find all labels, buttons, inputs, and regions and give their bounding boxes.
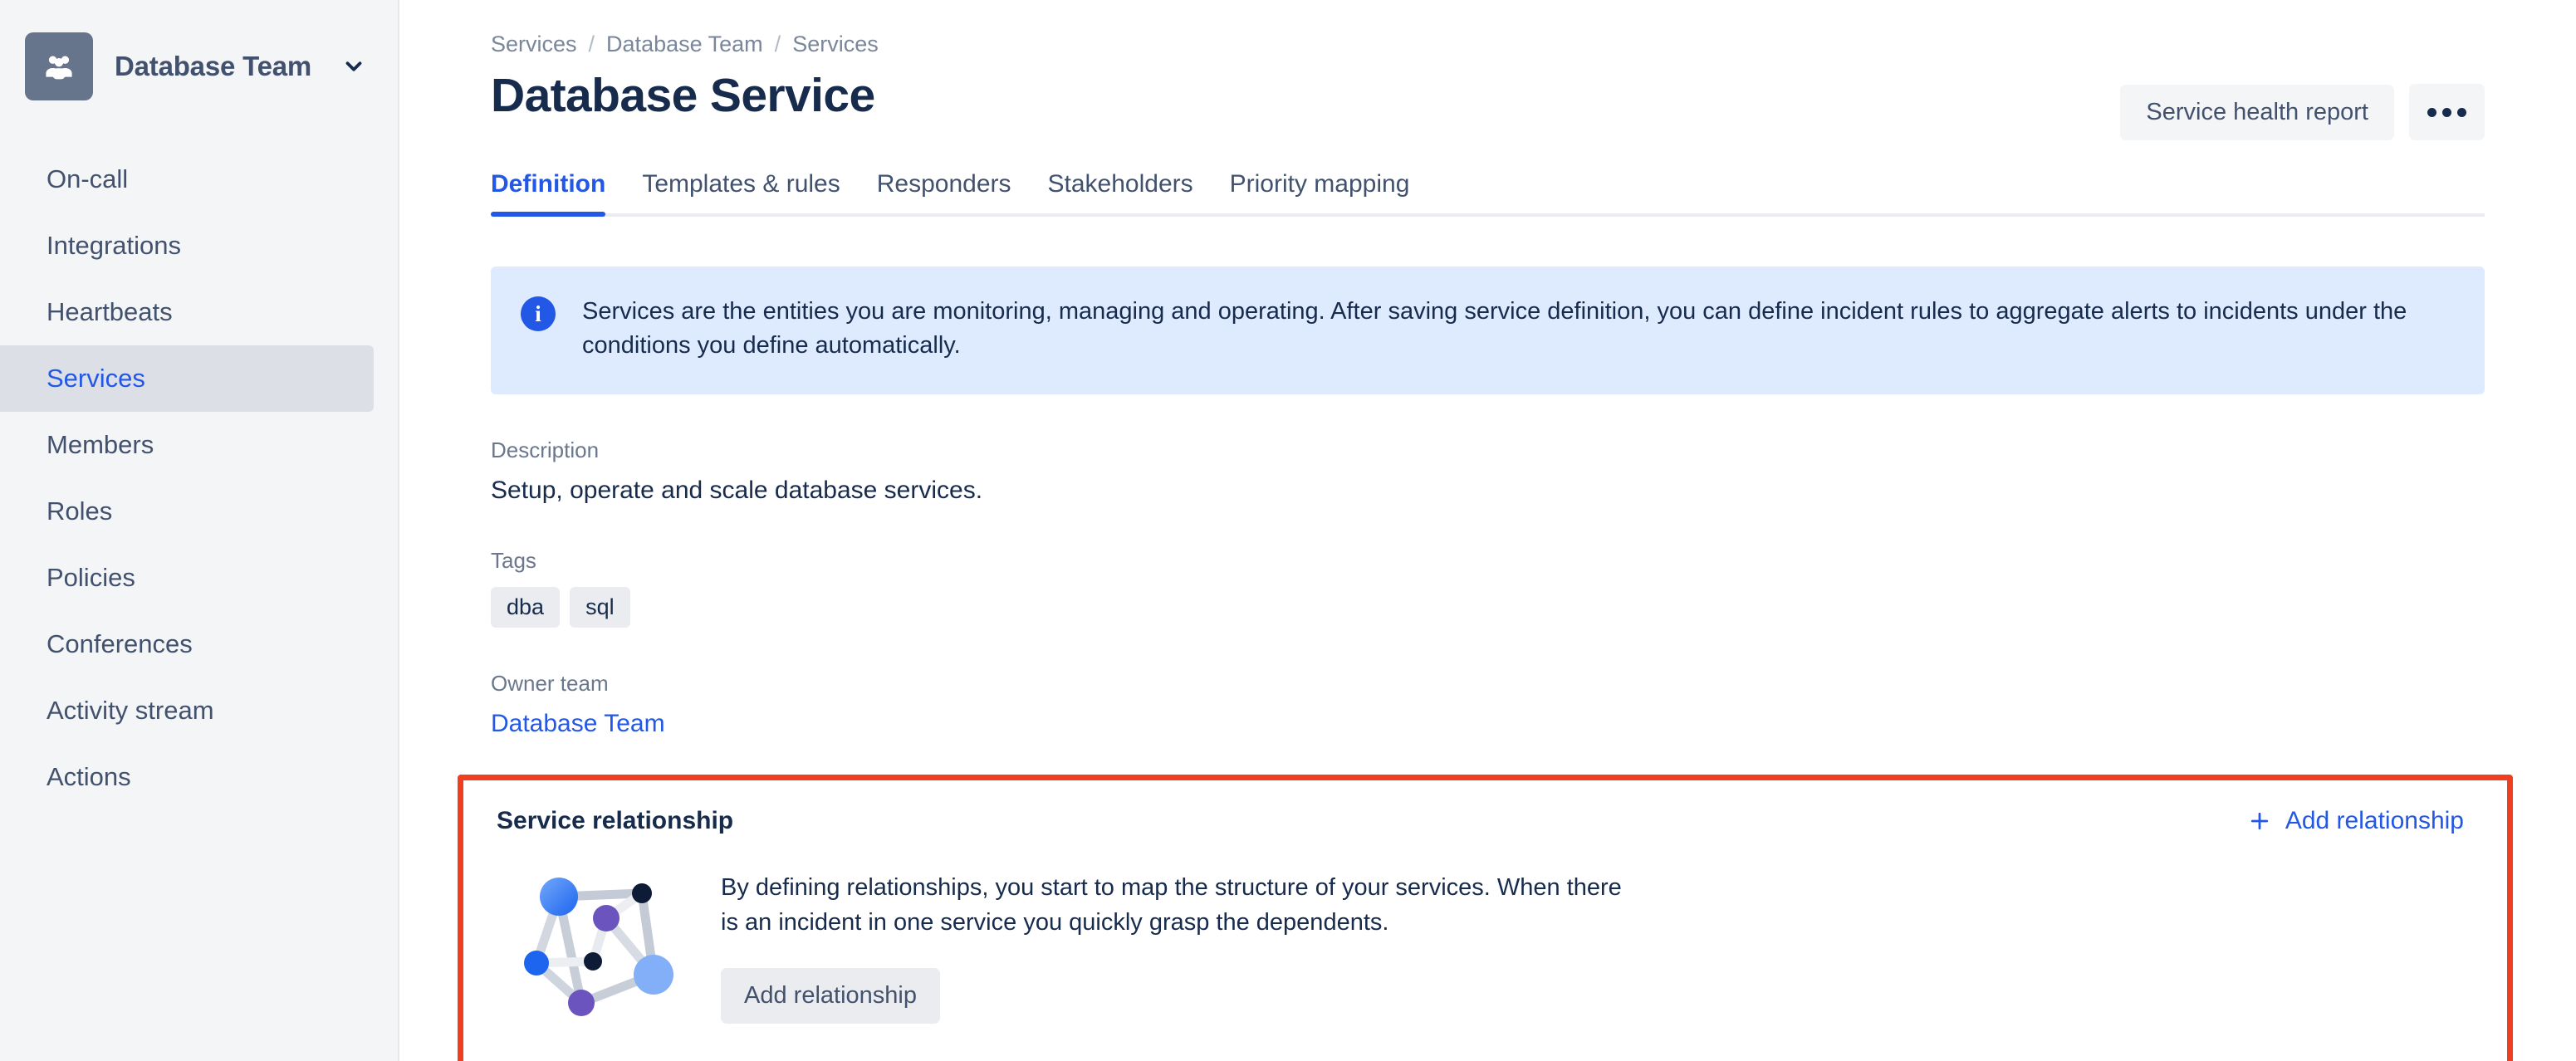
- tab-priority-mapping[interactable]: Priority mapping: [1230, 170, 1410, 213]
- tag-chip: sql: [570, 587, 630, 628]
- info-banner: i Services are the entities you are moni…: [491, 266, 2485, 394]
- service-relationship-copy: By defining relationships, you start to …: [721, 860, 1634, 1024]
- more-actions-button[interactable]: [2409, 84, 2485, 140]
- tab-bar: Definition Templates & rules Responders …: [491, 170, 2485, 217]
- owner-team-field: Owner team Database Team: [491, 671, 2485, 738]
- owner-team-link[interactable]: Database Team: [491, 710, 2485, 738]
- plus-icon: [2247, 809, 2272, 834]
- graph-node: [632, 883, 652, 903]
- content-container: Services / Database Team / Services Data…: [399, 0, 2576, 1061]
- sidebar-item-label: Heartbeats: [47, 297, 173, 327]
- ellipsis-icon: [2457, 108, 2466, 117]
- service-relationship-title: Service relationship: [497, 807, 733, 835]
- add-relationship-link-label: Add relationship: [2285, 807, 2464, 835]
- graph-node: [524, 951, 549, 975]
- tags-field: Tags dba sql: [491, 548, 2485, 628]
- sidebar-item-label: Actions: [47, 762, 131, 792]
- page-title: Database Service: [491, 69, 875, 124]
- service-relationship-section: Service relationship Add relationship: [458, 775, 2513, 1061]
- main-content: Services / Database Team / Services Data…: [399, 0, 2576, 1061]
- breadcrumb-separator: /: [775, 32, 781, 57]
- sidebar-item-heartbeats[interactable]: Heartbeats: [0, 279, 374, 345]
- service-relationship-description: By defining relationships, you start to …: [721, 870, 1634, 940]
- tag-chip: dba: [491, 587, 560, 628]
- breadcrumb-item-services-root[interactable]: Services: [491, 32, 577, 57]
- add-relationship-link[interactable]: Add relationship: [2247, 807, 2474, 835]
- sidebar-item-label: Activity stream: [47, 696, 214, 726]
- graph-node: [634, 955, 673, 995]
- tab-responders[interactable]: Responders: [877, 170, 1011, 213]
- service-health-report-button[interactable]: Service health report: [2120, 85, 2394, 140]
- ellipsis-icon: [2442, 108, 2451, 117]
- breadcrumb: Services / Database Team / Services: [491, 32, 2485, 57]
- sidebar-item-policies[interactable]: Policies: [0, 545, 374, 611]
- sidebar-nav: On-call Integrations Heartbeats Services…: [0, 146, 398, 810]
- tab-templates-rules[interactable]: Templates & rules: [642, 170, 840, 213]
- breadcrumb-separator: /: [589, 32, 595, 57]
- breadcrumb-item-services[interactable]: Services: [792, 32, 879, 57]
- ellipsis-icon: [2427, 108, 2436, 117]
- team-switcher[interactable]: Database Team: [0, 0, 398, 100]
- sidebar-item-services[interactable]: Services: [0, 345, 374, 412]
- sidebar-item-activity-stream[interactable]: Activity stream: [0, 677, 374, 744]
- service-relationship-header: Service relationship Add relationship: [497, 807, 2474, 835]
- sidebar-item-label: Conferences: [47, 629, 193, 659]
- sidebar-item-label: Members: [47, 430, 154, 460]
- page-header-actions: Service health report: [2120, 84, 2485, 140]
- description-field: Description Setup, operate and scale dat…: [491, 438, 2485, 505]
- chevron-down-icon[interactable]: [341, 54, 366, 79]
- graph-node: [568, 990, 595, 1016]
- description-label: Description: [491, 438, 2485, 463]
- sidebar-item-label: Policies: [47, 563, 135, 593]
- tags-label: Tags: [491, 548, 2485, 574]
- owner-team-label: Owner team: [491, 671, 2485, 697]
- info-icon: i: [521, 296, 556, 331]
- team-name: Database Team: [115, 51, 311, 82]
- add-relationship-button[interactable]: Add relationship: [721, 968, 940, 1024]
- sidebar-item-label: Services: [47, 364, 145, 394]
- app-root: Database Team On-call Integrations Heart…: [0, 0, 2576, 1061]
- sidebar-item-members[interactable]: Members: [0, 412, 374, 478]
- graph-node: [593, 905, 620, 931]
- sidebar-item-label: Integrations: [47, 231, 181, 261]
- people-group-icon: [25, 32, 93, 100]
- graph-node: [540, 878, 578, 916]
- sidebar: Database Team On-call Integrations Heart…: [0, 0, 399, 1061]
- network-graph-icon: [515, 860, 681, 1043]
- sidebar-item-on-call[interactable]: On-call: [0, 146, 374, 213]
- service-relationship-empty-state: By defining relationships, you start to …: [497, 860, 2474, 1043]
- sidebar-item-actions[interactable]: Actions: [0, 744, 374, 810]
- tags-list: dba sql: [491, 587, 2485, 628]
- sidebar-item-conferences[interactable]: Conferences: [0, 611, 374, 677]
- page-header-row: Database Service Service health report: [491, 69, 2485, 140]
- tab-stakeholders[interactable]: Stakeholders: [1048, 170, 1193, 213]
- sidebar-item-roles[interactable]: Roles: [0, 478, 374, 545]
- description-value: Setup, operate and scale database servic…: [491, 477, 2485, 505]
- breadcrumb-item-database-team[interactable]: Database Team: [606, 32, 763, 57]
- graph-node: [584, 952, 602, 971]
- sidebar-item-label: On-call: [47, 164, 128, 194]
- info-banner-text: Services are the entities you are monito…: [582, 295, 2451, 363]
- sidebar-item-label: Roles: [47, 496, 112, 526]
- sidebar-item-integrations[interactable]: Integrations: [0, 213, 374, 279]
- tab-definition[interactable]: Definition: [491, 170, 605, 213]
